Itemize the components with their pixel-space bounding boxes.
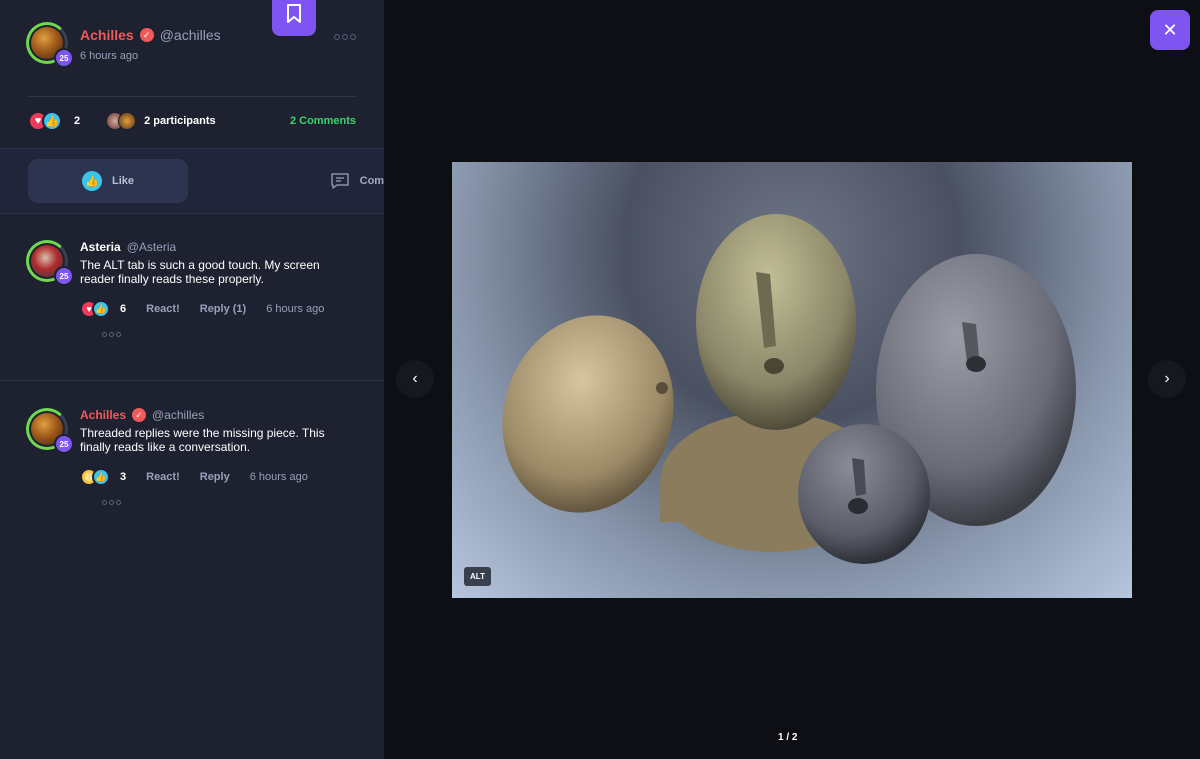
divider: [0, 380, 384, 381]
comment-time: 6 hours ago: [249, 471, 308, 483]
verified-icon: ✓: [139, 28, 154, 42]
commenter-avatar[interactable]: 25: [26, 240, 74, 286]
author-handle[interactable]: @achilles: [160, 27, 221, 43]
divider: [28, 96, 356, 97]
bookmark-button[interactable]: [272, 0, 316, 36]
author-name-row: Achilles ✓ @achilles: [80, 27, 221, 43]
comment-text: Threaded replies were the missing piece.…: [80, 426, 325, 454]
level-badge: 25: [54, 266, 74, 286]
post-time: 6 hours ago: [80, 50, 139, 62]
close-button[interactable]: ✕: [1150, 10, 1190, 50]
comment-reaction-count: 3: [120, 471, 127, 483]
participants-label: 2 participants: [144, 115, 216, 127]
thumbs-up-icon: 👍: [92, 468, 110, 486]
comment-header: Achilles ✓ @achilles: [80, 408, 204, 422]
post-stats: ♥ 👍 2 2 participants 2 Comments: [28, 108, 356, 134]
react-button[interactable]: React!: [146, 303, 180, 315]
participants[interactable]: 2 participants: [106, 112, 216, 130]
media-viewer: ✕ ‹ › ALT 1 / 2: [384, 0, 1200, 759]
image-counter: 1 / 2: [774, 730, 802, 745]
commenter-handle[interactable]: @Asteria: [127, 240, 177, 254]
app-root: 25 Achilles ✓ @achilles 6 hours ago ♥ 👍 …: [0, 0, 1200, 759]
more-icon[interactable]: [334, 34, 356, 40]
comment-header: Asteria @Asteria: [80, 240, 176, 254]
comment-actions: 😆 👍 3 React! Reply 6 hours ago: [80, 468, 308, 486]
close-icon: ✕: [1162, 19, 1178, 40]
level-badge: 25: [54, 434, 74, 454]
thumbs-up-icon: 👍: [42, 111, 62, 131]
commenter-name[interactable]: Asteria: [80, 240, 121, 254]
post-panel: 25 Achilles ✓ @achilles 6 hours ago ♥ 👍 …: [0, 0, 410, 759]
comments-count-link[interactable]: 2 Comments: [290, 115, 356, 127]
post-actions: 👍 Like Comment: [0, 148, 410, 214]
stone-sculptures-image: [502, 214, 1076, 564]
more-icon[interactable]: [102, 500, 121, 505]
reply-button[interactable]: Reply (1): [200, 303, 246, 315]
level-badge: 25: [54, 48, 74, 68]
next-image-button[interactable]: ›: [1148, 360, 1186, 398]
previous-image-button[interactable]: ‹: [396, 360, 434, 398]
chevron-right-icon: ›: [1164, 370, 1170, 387]
comment-icon: [330, 173, 349, 189]
author-name[interactable]: Achilles: [80, 27, 134, 43]
comment-actions: ♥ 👍 6 React! Reply (1) 6 hours ago: [80, 300, 324, 318]
comment-reaction-count: 6: [120, 303, 127, 315]
participant-avatar: [118, 112, 137, 130]
bookmark-icon: [287, 4, 301, 23]
more-icon[interactable]: [102, 332, 121, 337]
commenter-name[interactable]: Achilles: [80, 408, 126, 422]
reaction-count: 2: [74, 115, 81, 127]
comment-time: 6 hours ago: [266, 303, 325, 315]
author-avatar[interactable]: 25: [26, 22, 74, 68]
post-image[interactable]: ALT: [452, 162, 1132, 598]
react-button[interactable]: React!: [146, 471, 180, 483]
comment-text: The ALT tab is such a good touch. My scr…: [80, 258, 320, 286]
commenter-handle[interactable]: @achilles: [152, 408, 204, 422]
chevron-left-icon: ‹: [412, 370, 418, 387]
thumbs-up-icon: 👍: [81, 171, 102, 191]
thumbs-up-icon: 👍: [92, 300, 110, 318]
alt-text-button[interactable]: ALT: [464, 567, 491, 586]
like-button[interactable]: 👍 Like: [28, 159, 188, 203]
verified-icon: ✓: [132, 408, 147, 422]
like-label: Like: [111, 175, 134, 187]
reply-button[interactable]: Reply: [200, 471, 230, 483]
commenter-avatar[interactable]: 25: [26, 408, 74, 454]
reaction-summary[interactable]: ♥ 👍: [28, 111, 62, 131]
